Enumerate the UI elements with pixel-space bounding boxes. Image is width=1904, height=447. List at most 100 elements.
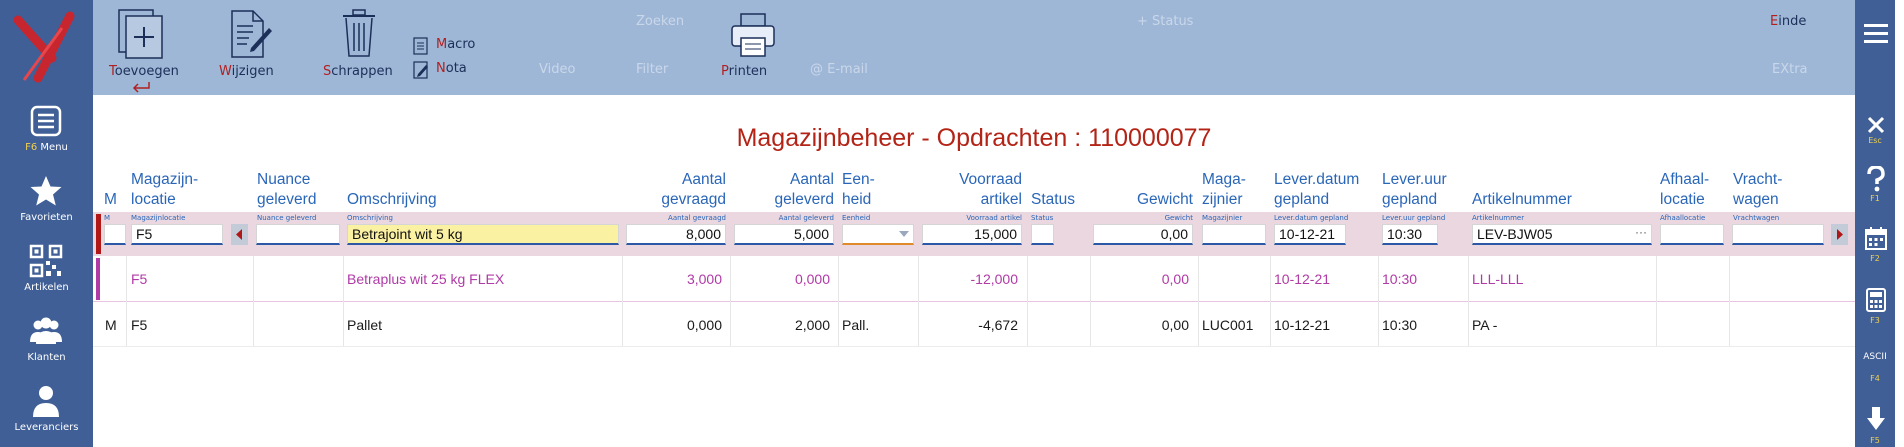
klanten-label: Klanten <box>27 352 66 363</box>
label-nuance: Nuance geleverd <box>257 214 317 222</box>
afhaallocatie-input[interactable] <box>1660 224 1724 245</box>
artikelen-button[interactable]: Artikelen <box>0 244 93 308</box>
label-artikelnummer: Artikelnummer <box>1472 214 1525 222</box>
calendar-button[interactable]: F2 <box>1855 226 1895 264</box>
label-geleverd: Aantal geleverd <box>778 214 834 222</box>
nuance-input[interactable] <box>256 224 340 245</box>
arrow-right-icon <box>1837 229 1843 240</box>
status-button[interactable]: + Status <box>1137 14 1193 29</box>
schrappen-text: chrappen <box>331 64 393 79</box>
column-divider <box>838 256 839 346</box>
extra-button[interactable]: EXtra <box>1772 62 1808 77</box>
cell-aantal-gevraagd: 0,000 <box>686 317 722 333</box>
label-leverdatum: Lever.datum gepland <box>1274 214 1349 222</box>
col-gevraagd-l1: Aantal <box>682 171 726 188</box>
column-divider <box>1378 256 1379 346</box>
video-button[interactable]: Video <box>539 62 575 77</box>
klanten-button[interactable]: Klanten <box>0 314 93 378</box>
status-input[interactable] <box>1031 224 1054 245</box>
close-icon <box>1867 116 1885 134</box>
column-divider <box>1090 256 1091 346</box>
cell-aantal-gevraagd: 3,000 <box>686 271 722 287</box>
magazijnier-input[interactable] <box>1202 224 1266 245</box>
aantal-geleverd-input[interactable]: 5,000 <box>734 224 834 245</box>
toolbar: Toevoegen Wijzigen Schrappen Macro Nota … <box>93 0 1855 95</box>
column-divider <box>126 256 127 346</box>
scroll-down-button[interactable]: F5 <box>1855 406 1895 445</box>
printen-text: rinten <box>728 64 768 79</box>
label-m: M <box>104 214 111 222</box>
artikelnummer-input[interactable]: LEV-BJW05 ··· <box>1472 224 1652 245</box>
col-magazijnier-l2: zijnier <box>1202 191 1243 208</box>
edit-document-icon <box>231 10 272 58</box>
favorieten-label: Favorieten <box>20 212 73 223</box>
left-sidebar: F6 Menu Favorieten Artikelen Klanten Lev… <box>0 0 93 447</box>
email-button[interactable]: @ E-mail <box>810 62 868 77</box>
nota-text: ota <box>445 61 467 76</box>
leveranciers-button[interactable]: Leveranciers <box>0 384 93 447</box>
omschrijving-input[interactable]: Betrajoint wit 5 kg <box>347 224 619 245</box>
label-vracht: Vrachtwagen <box>1733 214 1780 222</box>
prev-field-button[interactable] <box>231 224 248 245</box>
wijzigen-button[interactable]: Wijzigen <box>219 6 283 86</box>
col-eenheid-l1: Een- <box>842 171 875 188</box>
col-nuance: Nuance geleverd <box>257 170 316 210</box>
col-m: M <box>104 191 117 208</box>
menu-icon <box>30 105 62 137</box>
star-icon <box>30 176 62 206</box>
col-nuance-l2: geleverd <box>257 191 317 208</box>
schrappen-label: Schrappen <box>323 64 393 79</box>
toevoegen-button[interactable]: Toevoegen <box>107 6 185 93</box>
calculator-button[interactable]: F3 <box>1855 288 1895 326</box>
edit-row-marker <box>96 214 101 254</box>
document-icon <box>413 37 428 55</box>
help-button[interactable]: F1 <box>1855 166 1895 204</box>
magazijnlocatie-input[interactable]: F5 <box>131 224 223 245</box>
next-field-button[interactable] <box>1831 224 1848 245</box>
einde-text: inde <box>1778 14 1807 29</box>
einde-button[interactable]: Einde <box>1770 14 1820 34</box>
leveruur-input[interactable]: 10:30 <box>1382 224 1438 245</box>
cell-magazijnlocatie: F5 <box>131 271 148 287</box>
leverdatum-input[interactable]: 10-12-21 <box>1274 224 1346 245</box>
m-input[interactable] <box>104 224 126 245</box>
menu-button[interactable]: F6 Menu <box>0 104 93 168</box>
cell-m: M <box>105 317 117 333</box>
vrachtwagen-input[interactable] <box>1732 224 1824 245</box>
artikelen-label: Artikelen <box>24 282 69 293</box>
toevoegen-label: Toevoegen <box>109 64 179 79</box>
filter-button[interactable]: Filter <box>636 62 668 77</box>
einde-label: Einde <box>1770 14 1807 29</box>
macro-button[interactable]: Macro <box>413 36 513 56</box>
favorieten-button[interactable]: Favorieten <box>0 174 93 238</box>
column-divider <box>343 256 344 346</box>
nota-button[interactable]: Nota <box>413 60 513 80</box>
add-document-icon <box>118 9 163 59</box>
ascii-button[interactable]: ASCII F4 <box>1855 352 1895 388</box>
esc-button[interactable]: Esc <box>1855 114 1895 148</box>
zoeken-button[interactable]: Zoeken <box>636 14 684 29</box>
hamburger-icon <box>1864 24 1888 43</box>
column-divider <box>1027 256 1028 346</box>
col-vracht-l1: Vracht- <box>1733 171 1783 188</box>
more-icon[interactable]: ··· <box>1635 225 1647 239</box>
row-divider <box>93 346 1855 347</box>
logo <box>0 0 93 95</box>
aantal-gevraagd-input[interactable]: 8,000 <box>626 224 726 245</box>
col-eenheid-l2: heid <box>842 191 872 208</box>
cell-magazijnlocatie: F5 <box>131 317 148 333</box>
cell-magazijnier: LUC001 <box>1202 317 1254 333</box>
col-voorraad: Voorraad artikel <box>922 170 1022 210</box>
col-geleverd-l2: geleverd <box>774 191 834 208</box>
hamburger-menu-button[interactable] <box>1855 22 1895 48</box>
voorraad-input[interactable]: 15,000 <box>922 224 1022 245</box>
col-status: Status <box>1031 191 1075 208</box>
col-gevraagd-l2: gevraagd <box>661 191 726 208</box>
qr-code-icon <box>29 244 63 278</box>
gewicht-input[interactable]: 0,00 <box>1093 224 1193 245</box>
column-divider <box>1656 256 1657 346</box>
printen-button[interactable]: Printen <box>721 6 785 86</box>
schrappen-button[interactable]: Schrappen <box>321 6 399 86</box>
cell-omschrijving: Betraplus wit 25 kg FLEX <box>347 271 505 287</box>
eenheid-select[interactable] <box>842 224 914 245</box>
